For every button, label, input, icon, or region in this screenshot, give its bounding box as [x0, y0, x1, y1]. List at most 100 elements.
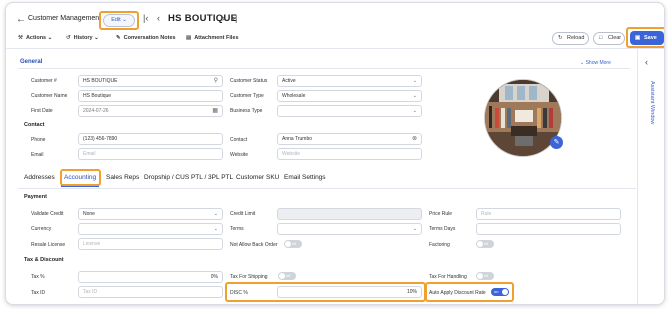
not-allow-back-order-toggle[interactable]: off [284, 240, 302, 248]
assistant-window-label[interactable]: Assistant Window [649, 81, 655, 124]
tab-email-settings[interactable]: Email Settings [284, 174, 326, 181]
customer-no-value: HS BOUTIQUE [83, 78, 118, 84]
back-arrow-icon[interactable]: ← [16, 14, 26, 25]
first-record-icon[interactable]: |‹ [143, 13, 148, 23]
first-date-value: 2024-07-26 [83, 108, 109, 114]
tab-dropship[interactable]: Dropship / CUS PTL / 3PL PTL [144, 174, 233, 181]
disc-pct-label: DISC % [230, 290, 248, 296]
customer-type-value: Wholesale [282, 93, 306, 99]
general-divider [18, 68, 630, 69]
tax-for-handling-toggle[interactable]: off [476, 272, 494, 280]
wrench-icon: ⚒ [18, 35, 23, 41]
validate-credit-value: None [83, 211, 95, 217]
actions-label: Actions [25, 35, 47, 41]
reload-label: Reload [567, 35, 585, 41]
website-field[interactable]: Website [277, 148, 422, 160]
factoring-toggle[interactable]: off [476, 240, 494, 248]
clear-icon: □ [599, 35, 603, 41]
disc-pct-field[interactable]: 10% [277, 286, 422, 298]
toggle-state: off [292, 241, 297, 246]
business-type-label: Business Type [230, 108, 263, 114]
save-label: Save [644, 35, 657, 41]
chevron-down-icon: ⌄ [213, 211, 218, 217]
chevron-down-icon: ⌄ [412, 78, 417, 84]
history-icon: ↺ [66, 35, 71, 41]
save-button[interactable]: ▣ Save [630, 31, 664, 45]
show-more-link[interactable]: ⌄ Show More [580, 60, 611, 66]
document-icon: ▤ [186, 35, 192, 41]
search-icon[interactable]: ⚲ [214, 76, 218, 86]
terms-days-field[interactable] [476, 223, 621, 235]
first-date-field[interactable]: 2024-07-26 ▦ [78, 105, 223, 117]
first-date-label: First Date [31, 108, 53, 114]
actions-menu[interactable]: ⚒ Actions ⌄ [18, 35, 52, 41]
attachment-files-button[interactable]: ▤ Attachment Files [186, 35, 239, 41]
edit-avatar-icon[interactable]: ✎ [550, 136, 563, 149]
conversation-notes-button[interactable]: ✎ Conversation Notes [116, 35, 176, 41]
phone-field[interactable]: (123) 456-7890 [78, 133, 223, 145]
resale-license-field[interactable]: License [78, 238, 223, 250]
customer-type-select[interactable]: Wholesale ⌄ [277, 90, 422, 102]
tab-sales-reps[interactable]: Sales Reps [106, 174, 139, 181]
toggle-knob [477, 273, 483, 279]
email-field[interactable]: Email [78, 148, 223, 160]
price-rule-field[interactable]: Rule [476, 208, 621, 220]
chevron-down-icon: ⌄ [213, 226, 218, 232]
business-type-select[interactable]: ⌄ [277, 105, 422, 117]
email-placeholder: Email [83, 151, 96, 157]
terms-label: Terms [230, 226, 244, 232]
clear-button[interactable]: □ Clear [593, 32, 625, 45]
customer-no-field[interactable]: HS BOUTIQUE ⚲ [78, 75, 223, 87]
history-menu[interactable]: ↺ History ⌄ [66, 35, 99, 41]
active-tab-underline [61, 185, 99, 187]
calendar-icon[interactable]: ▦ [212, 106, 218, 116]
tax-id-placeholder: Tax ID [83, 289, 98, 295]
last-record-icon[interactable]: ›| [232, 13, 237, 23]
auto-apply-discount-toggle[interactable]: on [491, 288, 509, 296]
validate-credit-select[interactable]: None ⌄ [78, 208, 223, 220]
tax-for-shipping-label: Tax For Shipping [230, 274, 268, 280]
contact-value: Anna Trumbo [282, 136, 313, 142]
tab-addresses[interactable]: Addresses [24, 174, 55, 181]
history-label: History [73, 35, 93, 41]
tax-pct-field[interactable]: 0% [78, 271, 223, 283]
phone-label: Phone [31, 137, 46, 143]
chevron-down-icon: ⌄ [412, 226, 417, 232]
auto-apply-discount-label: Auto Apply Discount Rate [429, 290, 486, 296]
credit-limit-field [277, 208, 422, 220]
tax-pct-label: Tax % [31, 274, 45, 280]
currency-select[interactable]: ⌄ [78, 223, 223, 235]
phone-value: (123) 456-7890 [83, 136, 118, 142]
tax-for-handling-label: Tax For Handling [429, 274, 467, 280]
factoring-label: Factoring [429, 242, 450, 248]
tax-pct-value: 0% [210, 274, 218, 280]
next-record-icon[interactable]: › [222, 13, 225, 23]
customer-name-field[interactable]: HS Boutique [78, 90, 223, 102]
toggle-state: off [286, 273, 291, 278]
resale-license-placeholder: License [83, 241, 101, 247]
toggle-knob [477, 241, 483, 247]
tab-customer-sku[interactable]: Customer SKU [236, 174, 279, 181]
customer-name-value: HS Boutique [83, 93, 112, 99]
contact-title: Contact [24, 122, 45, 128]
tabs-divider [18, 188, 636, 189]
show-more-label: Show More [585, 60, 611, 66]
customer-name-label: Customer Name [31, 93, 68, 99]
tax-id-field[interactable]: Tax ID [78, 286, 223, 298]
edit-label: Edit [111, 17, 121, 23]
tax-for-shipping-toggle[interactable]: off [278, 272, 296, 280]
conversation-notes-label: Conversation Notes [123, 35, 176, 41]
edit-dropdown-button[interactable]: Edit ⌄ [103, 14, 135, 27]
customer-status-select[interactable]: Active ⌄ [277, 75, 422, 87]
validate-credit-label: Validate Credit [31, 211, 64, 217]
chevron-left-icon[interactable]: ‹ [645, 57, 648, 67]
price-rule-placeholder: Rule [481, 211, 492, 217]
reload-button[interactable]: ↻ Reload [552, 32, 589, 45]
terms-select[interactable]: ⌄ [277, 223, 422, 235]
save-icon: ▣ [635, 35, 641, 41]
tab-accounting[interactable]: Accounting [64, 174, 96, 181]
currency-label: Currency [31, 226, 52, 232]
contact-field[interactable]: Anna Trumbo ⊗ [277, 133, 422, 145]
clear-x-icon[interactable]: ⊗ [412, 134, 417, 144]
previous-record-icon[interactable]: ‹ [157, 13, 160, 23]
